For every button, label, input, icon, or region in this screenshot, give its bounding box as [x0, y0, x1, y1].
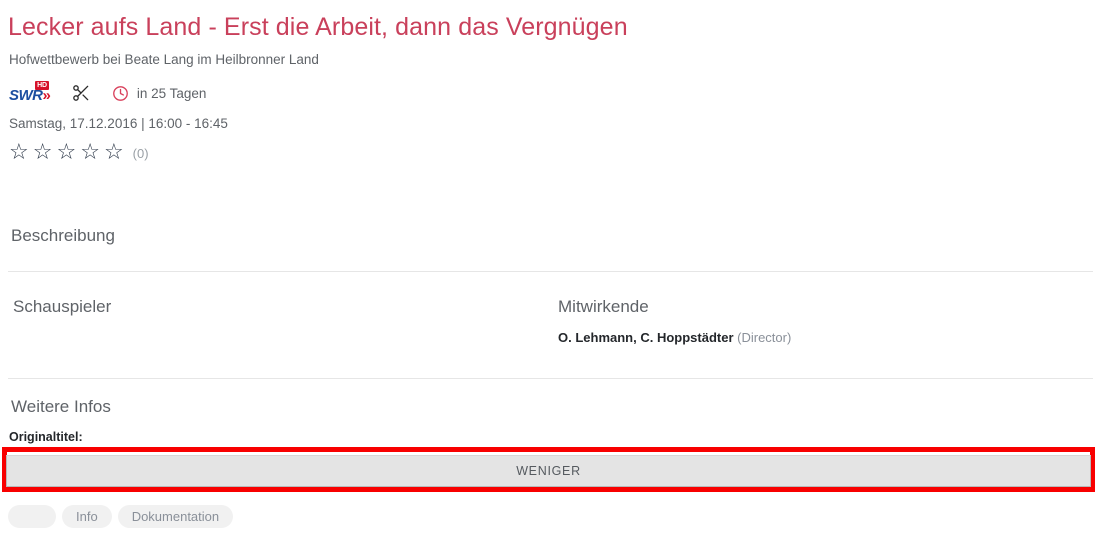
star-icon-3[interactable]: ☆ [56, 141, 76, 165]
scissors-icon[interactable] [70, 82, 92, 104]
star-icon-1[interactable]: ☆ [9, 141, 29, 165]
toggle-less-button[interactable]: WENIGER [6, 455, 1091, 487]
section-heading-beschreibung: Beschreibung [11, 226, 115, 245]
section-divider [8, 271, 1093, 272]
star-icon-2[interactable]: ☆ [33, 141, 53, 165]
clock-icon [112, 84, 130, 102]
star-icon-4[interactable]: ☆ [80, 141, 100, 165]
program-detail-page: Lecker aufs Land - Erst die Arbeit, dann… [0, 0, 1101, 535]
tag-item[interactable] [8, 505, 56, 528]
page-subtitle: Hofwettbewerb bei Beate Lang im Heilbron… [9, 52, 319, 67]
tag-item-info[interactable]: Info [62, 505, 112, 528]
section-heading-mitwirkende: Mitwirkende [558, 297, 649, 316]
rating-widget[interactable]: ☆ ☆ ☆ ☆ ☆ (0) [9, 141, 149, 165]
swr-logo-text: SWR [9, 87, 43, 104]
credit-role: (Director) [737, 330, 792, 345]
credit-names: O. Lehmann, C. Hoppstädter [558, 330, 734, 345]
section-divider [8, 378, 1093, 379]
star-icon-5[interactable]: ☆ [104, 141, 124, 165]
hd-badge: HD [35, 81, 49, 90]
originaltitel-label: Originaltitel: [9, 430, 83, 444]
rating-count: (0) [132, 145, 149, 161]
section-heading-weitere-infos: Weitere Infos [11, 397, 111, 416]
broadcast-datetime: Samstag, 17.12.2016 | 16:00 - 16:45 [9, 116, 228, 131]
swr-logo-arrows-icon: » [42, 87, 52, 104]
section-heading-schauspieler: Schauspieler [13, 297, 112, 316]
credit-entry: O. Lehmann, C. Hoppstädter (Director) [558, 330, 791, 345]
swr-channel-logo[interactable]: SWR » HD [9, 81, 52, 104]
page-title: Lecker aufs Land - Erst die Arbeit, dann… [8, 13, 628, 41]
tag-list: Info Dokumentation [8, 505, 234, 528]
meta-row: SWR » HD in 25 Tagen [9, 81, 207, 104]
countdown-label: in 25 Tagen [136, 85, 207, 101]
tag-item-dokumentation[interactable]: Dokumentation [117, 505, 234, 528]
